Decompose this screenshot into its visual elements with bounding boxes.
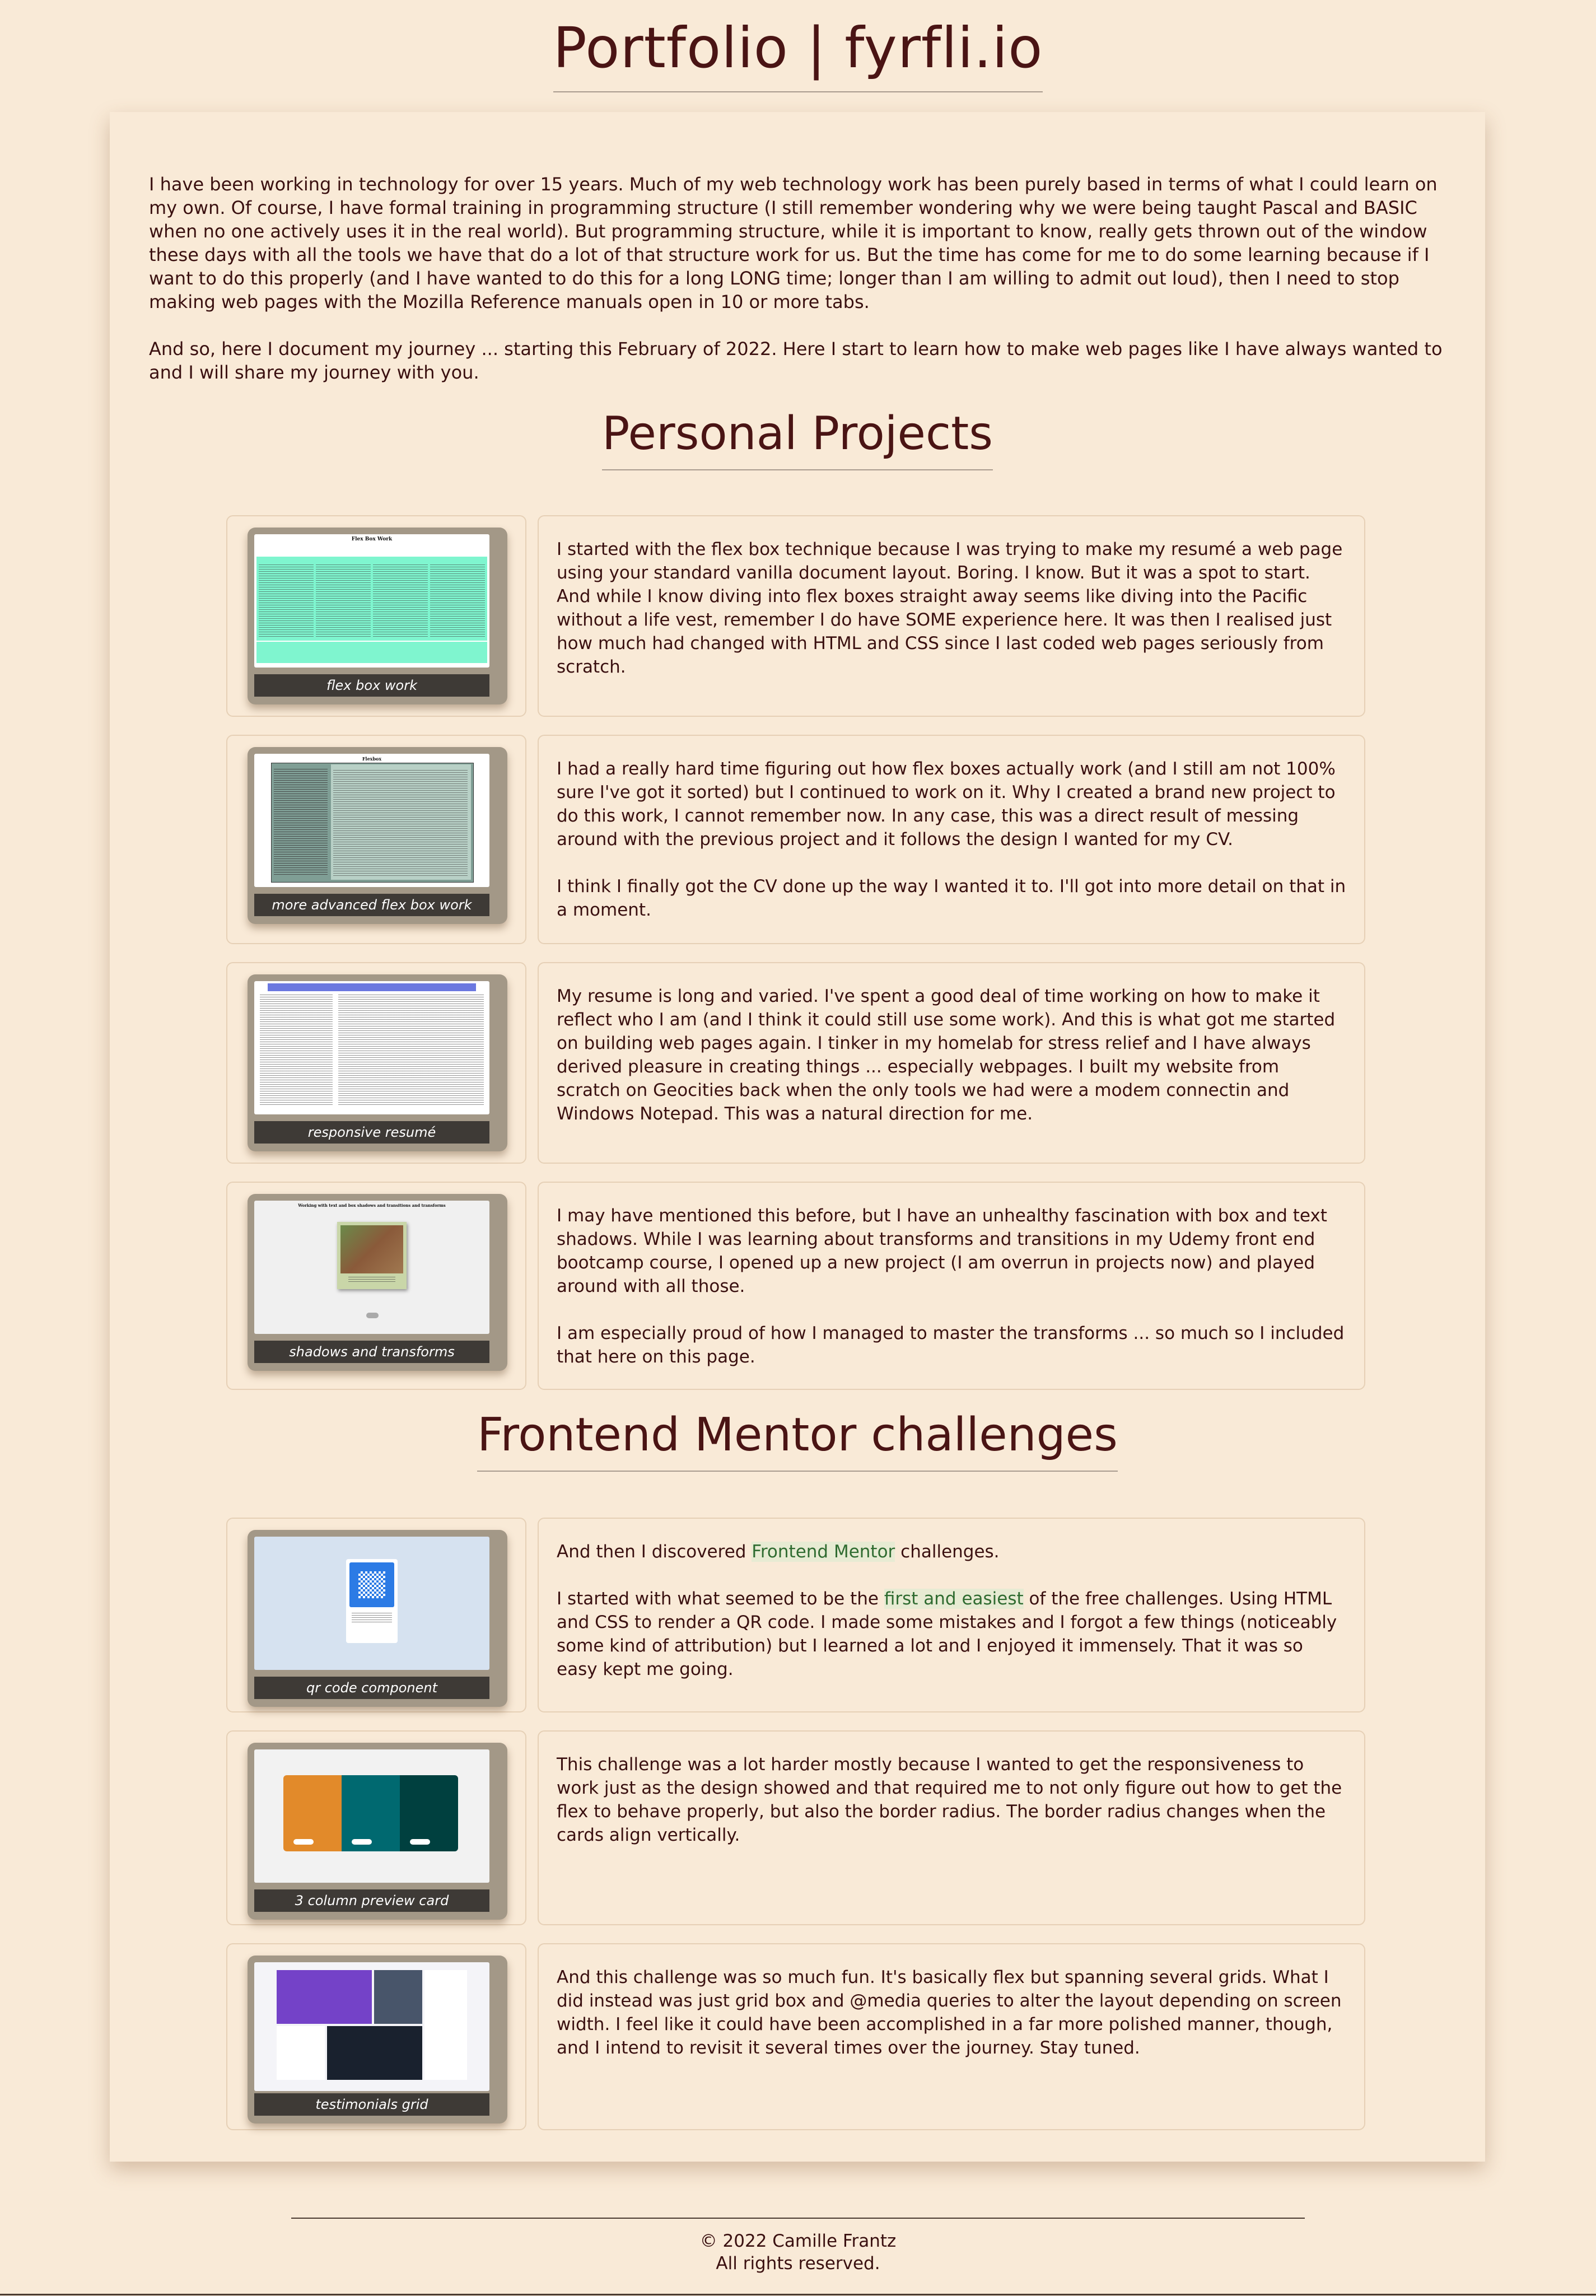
project-row: responsive resumé My resume is long and …: [226, 962, 1365, 1164]
thumbnail-title: Working with text and box shadows and tr…: [298, 1203, 446, 1208]
thumbnail-caption: 3 column preview card: [254, 1889, 489, 1912]
thumbnail-image: [254, 981, 489, 1114]
project-row: qr code component And then I discovered …: [226, 1518, 1365, 1712]
thumbnail-frame[interactable]: qr code component: [248, 1530, 507, 1707]
thumbnail-panel: Flexbox more advanced flex box work: [226, 735, 526, 944]
frontend-mentor-link[interactable]: Frontend Mentor: [752, 1542, 895, 1562]
thumbnail-panel: testimonials grid: [226, 1943, 526, 2130]
page-header: Portfolio | fyrfli.io: [0, 0, 1596, 92]
thumbnail-caption: shadows and transforms: [254, 1341, 489, 1363]
section-heading-frontend-mentor: Frontend Mentor challenges: [477, 1408, 1118, 1472]
bottom-divider: [0, 2294, 1596, 2295]
page-title: Portfolio | fyrfli.io: [553, 16, 1043, 92]
thumbnail-image: [254, 1537, 489, 1670]
first-and-easiest-link[interactable]: first and easiest: [884, 1589, 1024, 1609]
description-text: I started with what seemed to be the fir…: [557, 1587, 1346, 1681]
intro-section: I have been working in technology for ov…: [149, 172, 1448, 408]
thumbnail-caption: qr code component: [254, 1677, 489, 1699]
section-heading-personal-projects: Personal Projects: [602, 407, 993, 471]
description-text: I think I finally got the CV done up the…: [557, 876, 1346, 920]
text-segment: challenges.: [895, 1542, 1000, 1562]
description-text: And then I discovered Frontend Mentor ch…: [557, 1540, 1346, 1564]
description-panel: I may have mentioned this before, but I …: [538, 1182, 1365, 1390]
footer: © 2022 Camille Frantz All rights reserve…: [291, 2218, 1305, 2275]
thumbnail-caption: more advanced flex box work: [254, 894, 489, 916]
rights-text: All rights reserved.: [716, 2253, 880, 2274]
description-panel: This challenge was a lot harder mostly b…: [538, 1730, 1365, 1925]
project-row: 3 column preview card This challenge was…: [226, 1730, 1365, 1925]
thumbnail-title: Flex Box Work: [351, 536, 393, 542]
text-segment: And then I discovered: [557, 1542, 752, 1562]
description-panel: I had a really hard time figuring out ho…: [538, 735, 1365, 944]
thumbnail-frame[interactable]: Flexbox more advanced flex box work: [248, 747, 507, 924]
text-segment: I started with what seemed to be the: [557, 1589, 884, 1609]
thumbnail-image: Flexbox: [254, 754, 489, 887]
description-text: This challenge was a lot harder mostly b…: [557, 1754, 1342, 1845]
description-text: I had a really hard time figuring out ho…: [557, 759, 1336, 850]
thumbnail-caption: testimonials grid: [254, 2093, 489, 2116]
thumbnail-panel: 3 column preview card: [226, 1730, 526, 1925]
project-row: Flex Box Work flex box work I started wi…: [226, 515, 1365, 717]
thumbnail-panel: responsive resumé: [226, 962, 526, 1164]
description-panel: I started with the flex box technique be…: [538, 515, 1365, 717]
description-text: I am especially proud of how I managed t…: [557, 1323, 1345, 1367]
thumbnail-image: Working with text and box shadows and tr…: [254, 1201, 489, 1334]
thumbnail-frame[interactable]: Flex Box Work flex box work: [248, 528, 507, 704]
thumbnail-frame[interactable]: Working with text and box shadows and tr…: [248, 1194, 507, 1371]
thumbnail-caption: flex box work: [254, 674, 489, 697]
description-panel: And then I discovered Frontend Mentor ch…: [538, 1518, 1365, 1712]
thumbnail-image: [254, 1962, 489, 2091]
thumbnail-image: [254, 1749, 489, 1883]
main-content-card: I have been working in technology for ov…: [110, 112, 1485, 2162]
thumbnail-panel: qr code component: [226, 1518, 526, 1712]
thumbnail-panel: Flex Box Work flex box work: [226, 515, 526, 717]
project-row: testimonials grid And this challenge was…: [226, 1943, 1365, 2130]
intro-paragraph: And so, here I document my journey ... s…: [149, 338, 1443, 383]
frontend-mentor-heading-wrap: Frontend Mentor challenges: [110, 1408, 1485, 1472]
intro-paragraph: I have been working in technology for ov…: [149, 174, 1438, 312]
project-row: Flexbox more advanced flex box work I ha…: [226, 735, 1365, 944]
thumbnail-frame[interactable]: testimonials grid: [248, 1956, 507, 2124]
thumbnail-panel: Working with text and box shadows and tr…: [226, 1182, 526, 1390]
personal-projects-heading-wrap: Personal Projects: [110, 407, 1485, 471]
description-panel: My resume is long and varied. I've spent…: [538, 962, 1365, 1164]
thumbnail-columns: [256, 557, 487, 641]
description-text: I may have mentioned this before, but I …: [557, 1206, 1327, 1296]
thumbnail-frame[interactable]: 3 column preview card: [248, 1743, 507, 1920]
description-panel: And this challenge was so much fun. It's…: [538, 1943, 1365, 2130]
copyright-text: © 2022 Camille Frantz: [699, 2231, 897, 2251]
description-text: I started with the flex box technique be…: [557, 539, 1343, 677]
thumbnail-title: Flexbox: [362, 756, 382, 762]
thumbnail-caption: responsive resumé: [254, 1121, 489, 1144]
project-row: Working with text and box shadows and tr…: [226, 1182, 1365, 1390]
thumbnail-frame[interactable]: responsive resumé: [248, 974, 507, 1151]
description-text: My resume is long and varied. I've spent…: [557, 986, 1336, 1124]
description-text: And this challenge was so much fun. It's…: [557, 1967, 1342, 2058]
thumbnail-image: Flex Box Work: [254, 534, 489, 668]
